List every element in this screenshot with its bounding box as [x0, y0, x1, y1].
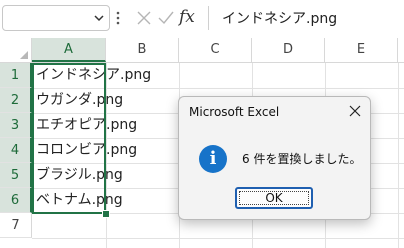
select-all-corner[interactable]	[0, 38, 32, 62]
insert-function-button[interactable]: fx	[179, 5, 203, 29]
ok-button[interactable]: OK	[235, 187, 313, 209]
grid-line	[32, 238, 404, 239]
formula-bar: fx インドネシア.png	[0, 0, 404, 36]
column-header-e[interactable]: E	[325, 38, 398, 62]
corner-triangle-icon	[20, 51, 28, 59]
more-options-icon[interactable]	[115, 9, 121, 27]
row-header-7[interactable]: 7	[0, 213, 32, 238]
focus-outline	[239, 191, 309, 205]
row-header-5[interactable]: 5	[0, 163, 32, 188]
column-header-b[interactable]: B	[106, 38, 179, 62]
row-header-3[interactable]: 3	[0, 113, 32, 138]
row-header-1[interactable]: 1	[0, 63, 32, 88]
name-box[interactable]	[2, 5, 110, 31]
column-header-c[interactable]: C	[179, 38, 252, 62]
close-icon[interactable]	[348, 104, 362, 118]
row-header-4[interactable]: 4	[0, 138, 32, 163]
dialog-message: 6 件を置換しました。	[242, 152, 362, 166]
formula-input[interactable]: インドネシア.png	[222, 8, 337, 28]
column-header-d[interactable]: D	[252, 38, 325, 62]
message-dialog: Microsoft Excel i 6 件を置換しました。 OK	[178, 96, 371, 220]
selection-range	[32, 63, 106, 214]
formula-separator	[208, 6, 209, 30]
cancel-icon[interactable]	[134, 8, 154, 28]
dialog-title: Microsoft Excel	[189, 105, 280, 119]
grid-line	[398, 63, 399, 248]
row-header-6[interactable]: 6	[0, 188, 32, 213]
enter-check-icon[interactable]	[156, 8, 176, 28]
column-header-a[interactable]: A	[32, 38, 106, 62]
info-icon: i	[199, 145, 227, 173]
chevron-down-icon[interactable]	[93, 12, 105, 24]
row-header-2[interactable]: 2	[0, 88, 32, 113]
fill-handle[interactable]	[102, 210, 110, 218]
